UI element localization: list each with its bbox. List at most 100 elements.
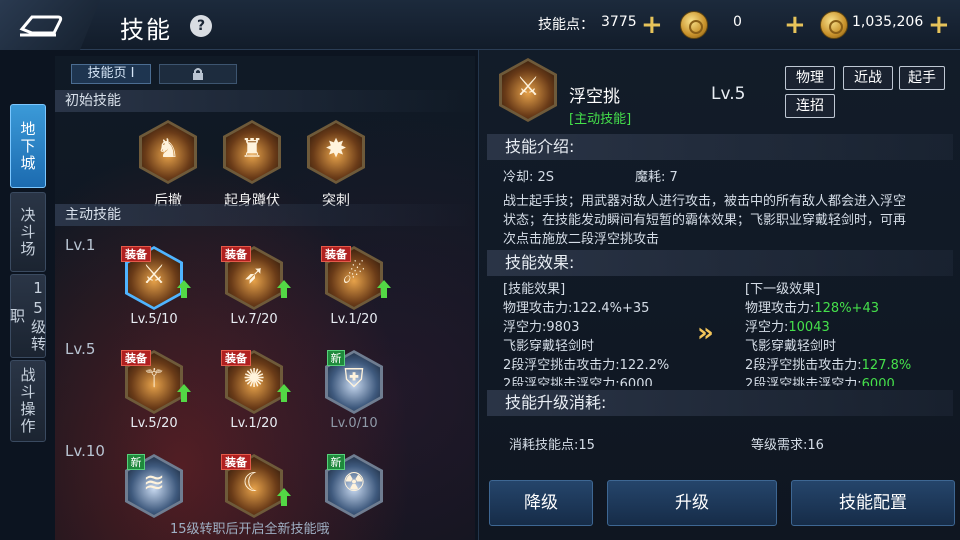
tab-dungeon[interactable]: 地下城 [10, 104, 46, 188]
current-effect-title: [技能效果] [503, 282, 566, 297]
gold-value: 1,035,206 [852, 14, 924, 30]
skill-page-tab-locked[interactable] [159, 64, 237, 84]
selected-skill-type: [主动技能] [569, 112, 632, 127]
whirl-slash-icon: ✺ [243, 364, 265, 394]
equipped-badge: 装备 [121, 350, 151, 366]
stat-label: 2段浮空挑击攻击力: [503, 358, 620, 373]
skill-point-cost: 消耗技能点:15 [509, 438, 595, 453]
skill-tree-panel: 技能页 I 初始技能 ♞ 后撤 ♜ 起身蹲伏 ✸ 突刺 主动技能 Lv.1 Lv… [55, 56, 475, 540]
stat-label: 浮空力: [745, 320, 789, 335]
gold-coin-icon [680, 11, 708, 39]
lock-icon [193, 68, 203, 80]
sword-thrust-icon: ✸ [325, 134, 347, 164]
add-gold-button[interactable]: + [928, 12, 950, 38]
skill-whirl-slash[interactable]: ✺ 装备 Lv.1/20 [221, 350, 291, 431]
upgrade-arrow-icon [177, 384, 191, 402]
description-line: 状态；在技能发动瞬间有短暂的霸体效果；飞影职业穿戴轻剑时，可再 [503, 213, 907, 228]
skill-beast-roar[interactable]: ☢ 新 [325, 454, 385, 520]
tag-combo: 连招 [785, 94, 835, 118]
skill-backstep[interactable]: ♞ 后撤 [139, 120, 199, 209]
stat-value: 9803 [546, 320, 580, 335]
current-effect: [技能效果] 物理攻击力:122.4%+35 浮空力:9803 飞影穿戴轻剑时 … [503, 280, 703, 386]
selected-skill-level: Lv.5 [711, 84, 746, 104]
cooldown: 冷却: 2S [503, 170, 555, 185]
level-requirement: 等级需求:16 [751, 438, 824, 453]
skill-thrust[interactable]: ✸ 突刺 [307, 120, 367, 209]
stat-label: 2段浮空挑击浮空力: [745, 377, 862, 386]
skill-guard[interactable]: ⛨ 新 Lv.0/10 [325, 350, 385, 431]
description-line: 次点击施放二段浮空挑攻击 [503, 232, 660, 247]
skill-crouch[interactable]: ♜ 起身蹲伏 [223, 120, 283, 209]
selected-skill-icon: ⚔ [499, 58, 559, 124]
next-effect-title: [下一级效果] [745, 282, 821, 297]
level-row-label: Lv.10 [65, 442, 105, 460]
skill-level: Lv.7/20 [230, 312, 278, 327]
stat-value: 6000 [861, 377, 895, 386]
beast-head-icon: ☢ [342, 468, 366, 498]
new-badge: 新 [327, 454, 345, 470]
selected-skill-name: 浮空挑 [569, 87, 620, 107]
skill-level: Lv.5/10 [130, 312, 178, 327]
stat-value: 122.2% [619, 358, 670, 373]
upgrade-arrow-icon [177, 280, 191, 298]
stat-label: 物理攻击力: [503, 301, 573, 316]
skill-level: Lv.5/20 [130, 416, 178, 431]
tag-starter: 起手 [899, 66, 945, 90]
stat-label: 2段浮空挑击浮空力: [503, 377, 620, 386]
stat-value: 122.4%+35 [572, 301, 650, 316]
stat-condition: 飞影穿戴轻剑时 [503, 339, 595, 354]
equipped-badge: 装备 [221, 246, 251, 262]
level-row-label: Lv.1 [65, 236, 96, 254]
tab-arena[interactable]: 决斗场 [10, 192, 46, 272]
next-level-arrow-icon: » [697, 318, 714, 348]
mana-cost: 魔耗: 7 [635, 170, 678, 185]
tab-job-change[interactable]: 15级转职 [8, 274, 47, 358]
initial-skills-header: 初始技能 [55, 90, 475, 112]
effect-header: 技能效果: [487, 250, 953, 276]
upgrade-arrow-icon [277, 384, 291, 402]
wave-slash-icon: ☄ [342, 260, 366, 290]
dash-slash-icon: ➶ [243, 260, 265, 290]
upgrade-button[interactable]: 升级 [607, 480, 777, 526]
stat-label: 2段浮空挑击攻击力: [745, 358, 862, 373]
skill-detail-panel: ⚔ 浮空挑 [主动技能] Lv.5 物理 近战 起手 连招 技能介绍: 冷却: … [478, 50, 960, 540]
upgrade-cost-header: 技能升级消耗: [487, 390, 953, 416]
help-icon[interactable]: ? [190, 15, 212, 37]
claw-slash-icon: ⚔ [142, 260, 166, 290]
equipped-badge: 装备 [321, 246, 351, 262]
crescent-slash-icon: ☾ [242, 468, 266, 498]
downgrade-button[interactable]: 降级 [489, 480, 593, 526]
add-skill-points-button[interactable]: + [641, 12, 663, 38]
shield-sword-icon: ⛨ [344, 364, 364, 394]
skill-level: Lv.1/20 [230, 416, 278, 431]
tag-physical: 物理 [785, 66, 835, 90]
equipped-badge: 装备 [221, 350, 251, 366]
stat-value: 127.8% [861, 358, 912, 373]
skill-page-tab-1[interactable]: 技能页 I [71, 64, 151, 84]
tab-combat-controls[interactable]: 战斗操作 [10, 360, 46, 442]
back-arrow-icon [19, 15, 63, 37]
new-badge: 新 [327, 350, 345, 366]
skill-launch-upper[interactable]: ⚔ 装备 Lv.5/10 [121, 246, 191, 327]
stat-label: 浮空力: [503, 320, 547, 335]
description-line: 战士起手技；用武器对敌人进行攻击，被击中的所有敌人都会进入浮空 [503, 194, 907, 209]
skill-config-button[interactable]: 技能配置 [791, 480, 955, 526]
stat-value: 128%+43 [814, 301, 879, 316]
next-effect: [下一级效果] 物理攻击力:128%+43 浮空力:10043 飞影穿戴轻剑时 … [745, 280, 945, 386]
equipped-badge: 装备 [121, 246, 151, 262]
upgrade-arrow-icon [377, 280, 391, 298]
top-bar: 技能 ? 技能点： 3775 + 0 + 1,035,206 + [0, 0, 960, 50]
skill-ground-strike[interactable]: ⚚ 装备 Lv.5/20 [121, 350, 191, 431]
active-skills-header: 主动技能 [55, 204, 475, 226]
skill-dash-slash[interactable]: ➶ 装备 Lv.7/20 [221, 246, 291, 327]
dodge-figure-icon: ♞ [156, 134, 180, 164]
skill-crescent-slash[interactable]: ☾ 装备 [221, 454, 291, 520]
back-button[interactable] [0, 0, 100, 50]
stat-condition: 飞影穿戴轻剑时 [745, 339, 837, 354]
upgrade-arrow-icon [277, 280, 291, 298]
skill-wind-slash[interactable]: ≋ 新 [125, 454, 185, 520]
gold-icon [820, 11, 848, 39]
add-gold-coin-button[interactable]: + [784, 12, 806, 38]
intro-header: 技能介绍: [487, 134, 953, 160]
skill-wave-slash[interactable]: ☄ 装备 Lv.1/20 [321, 246, 391, 327]
